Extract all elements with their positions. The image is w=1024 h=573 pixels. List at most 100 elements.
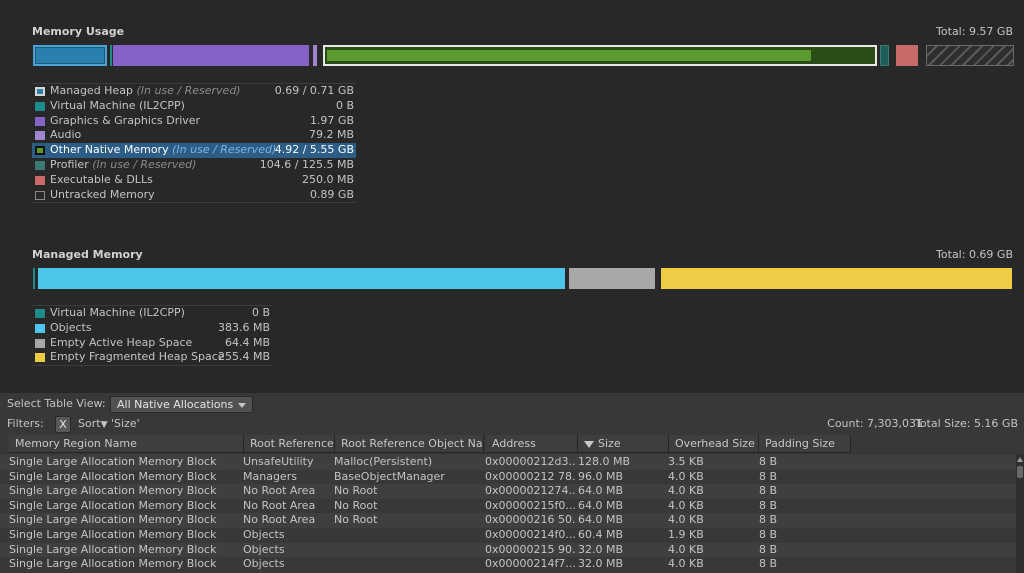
- table-row[interactable]: Single Large Allocation Memory Block Mana…: [0, 469, 1016, 485]
- managed-memory-legend: Virtual Machine (IL2CPP) 0 B Objects 383.6 …: [32, 305, 272, 367]
- table-cell: No Root Area: [243, 513, 316, 527]
- legend-label: Objects: [50, 321, 92, 336]
- table-cell: 1.9 KB: [668, 528, 704, 541]
- table-cell: 0x00000216 50...: [485, 513, 575, 527]
- column-header-padding-size[interactable]: Padding Size: [759, 435, 851, 453]
- legend-label-text: Empty Active Heap Space: [50, 335, 193, 349]
- column-header-root-reference-object-name[interactable]: Root Reference Object Name: [335, 435, 484, 453]
- bar-mm-objects[interactable]: [38, 268, 565, 289]
- table-cell: 8 B: [759, 557, 778, 571]
- legend-swatch: [35, 175, 45, 185]
- scrollbar-thumb[interactable]: [1017, 466, 1023, 478]
- legend-row[interactable]: Virtual Machine (IL2CPP) 0 B: [32, 99, 356, 114]
- table-cell: 0x00000212 78...: [485, 469, 575, 483]
- table-cell: Single Large Allocation Memory Block: [9, 513, 217, 527]
- legend-row[interactable]: Profiler (In use / Reserved) 104.6 / 125.…: [32, 158, 356, 173]
- column-header-size[interactable]: Size: [578, 435, 669, 453]
- table-row[interactable]: Single Large Allocation Memory Block No R…: [0, 498, 1016, 514]
- legend-label: Graphics & Graphics Driver: [50, 114, 200, 129]
- table-cell: No Root Area: [243, 484, 316, 498]
- table-row[interactable]: Single Large Allocation Memory Block Obje…: [0, 542, 1016, 558]
- legend-swatch: [35, 309, 45, 318]
- table-row[interactable]: Single Large Allocation Memory Block Obje…: [0, 557, 1016, 572]
- table-cell: 0x00000215f0...: [485, 498, 575, 512]
- legend-label-text: Virtual Machine (IL2CPP): [50, 98, 185, 112]
- bar-untracked-memory[interactable]: [926, 45, 1014, 66]
- table-cell: 4.0 KB: [668, 542, 704, 556]
- managed-memory-title: Managed Memory: [32, 248, 143, 261]
- legend-swatch: [35, 323, 45, 333]
- table-cell: 32.0 MB: [578, 542, 624, 556]
- table-cell: Single Large Allocation Memory Block: [9, 455, 217, 468]
- bar-graphics[interactable]: [113, 45, 309, 66]
- bar-mm-virtual-machine[interactable]: [33, 268, 35, 289]
- column-header-address[interactable]: Address: [486, 435, 578, 453]
- legend-row[interactable]: Empty Fragmented Heap Space 255.4 MB: [32, 350, 272, 365]
- bar-managed-heap[interactable]: [33, 45, 107, 66]
- legend-swatch: [35, 160, 45, 170]
- column-header-memory-region-name[interactable]: Memory Region Name: [9, 435, 244, 453]
- legend-swatch: [35, 353, 45, 363]
- table-cell: Single Large Allocation Memory Block: [9, 557, 217, 571]
- table-view-dropdown[interactable]: All Native Allocations: [110, 396, 254, 413]
- table-cell: 64.0 MB: [578, 513, 624, 527]
- legend-row[interactable]: Audio 79.2 MB: [32, 128, 356, 143]
- bar-profiler[interactable]: [880, 45, 889, 66]
- table-row[interactable]: Single Large Allocation Memory Block No R…: [0, 513, 1016, 528]
- bar-audio[interactable]: [313, 45, 317, 66]
- bar-executable-dlls[interactable]: [896, 45, 918, 66]
- legend-swatch: [35, 116, 45, 126]
- legend-swatch: [35, 101, 45, 111]
- table-row[interactable]: Single Large Allocation Memory Block No R…: [0, 484, 1016, 499]
- legend-value: 0 B: [251, 306, 270, 319]
- count-label: Count: 7,303,031: [827, 417, 923, 430]
- bar-virtual-machine[interactable]: [110, 45, 112, 66]
- table-cell: 32.0 MB: [578, 557, 624, 571]
- legend-row[interactable]: Empty Active Heap Space 64.4 MB: [32, 336, 272, 351]
- legend-row[interactable]: Other Native Memory (In use / Reserved) 4…: [32, 143, 356, 158]
- select-table-view-label: Select Table View:: [7, 397, 106, 410]
- legend-swatch: [35, 338, 45, 348]
- legend-label: Executable & DLLs: [50, 173, 153, 188]
- legend-label-text: Graphics & Graphics Driver: [50, 113, 201, 127]
- table-cell: 4.0 KB: [668, 484, 704, 498]
- table-row[interactable]: Single Large Allocation Memory Block Unsa…: [0, 455, 1016, 470]
- legend-row[interactable]: Executable & DLLs 250.0 MB: [32, 173, 356, 188]
- managed-memory-total: Total: 0.69 GB: [936, 248, 1013, 261]
- clear-filter-button[interactable]: X: [55, 416, 71, 433]
- column-header-root-reference[interactable]: Root Reference: [244, 435, 335, 453]
- legend-row[interactable]: Untracked Memory 0.89 GB: [32, 188, 356, 203]
- legend-row[interactable]: Graphics & Graphics Driver 1.97 GB: [32, 114, 356, 129]
- column-header-overhead-size[interactable]: Overhead Size: [669, 435, 759, 453]
- sort-filter[interactable]: Sort▼ 'Size': [78, 417, 140, 430]
- table-cell: 8 B: [759, 455, 778, 468]
- table-cell: 8 B: [759, 528, 778, 541]
- table-cell: 128.0 MB: [578, 455, 631, 468]
- table-scrollbar[interactable]: [1016, 454, 1024, 573]
- legend-value: 255.4 MB: [217, 350, 270, 364]
- legend-row[interactable]: Objects 383.6 MB: [32, 321, 272, 336]
- bar-other-native-memory[interactable]: [323, 45, 877, 66]
- legend-row[interactable]: Virtual Machine (IL2CPP) 0 B: [32, 306, 272, 321]
- legend-row[interactable]: Managed Heap (In use / Reserved) 0.69 / 0…: [32, 84, 356, 99]
- legend-value: 104.6 / 125.5 MB: [259, 157, 354, 171]
- table-cell: No Root: [334, 498, 378, 512]
- bar-mm-empty-fragmented[interactable]: [661, 268, 1012, 289]
- table-row[interactable]: Single Large Allocation Memory Block Obje…: [0, 528, 1016, 543]
- table-cell: 0x00000215 90...: [485, 542, 575, 556]
- legend-label: Empty Fragmented Heap Space: [50, 350, 225, 365]
- table-cell: No Root: [334, 484, 378, 498]
- scroll-up-arrow-icon[interactable]: [1017, 457, 1023, 462]
- sort-descending-icon: ▼: [100, 420, 108, 430]
- table-cell: 0x0000021274...: [485, 484, 575, 498]
- table-cell: Malloc(Persistent): [334, 455, 433, 468]
- bar-mm-empty-active[interactable]: [569, 268, 655, 289]
- legend-swatch: [35, 146, 45, 156]
- sort-descending-icon: [584, 440, 594, 448]
- legend-label: Managed Heap (In use / Reserved): [50, 84, 241, 99]
- table-cell: Single Large Allocation Memory Block: [9, 469, 217, 483]
- table-cell: Single Large Allocation Memory Block: [9, 528, 217, 541]
- legend-label-text: Executable & DLLs: [50, 172, 153, 186]
- chevron-down-icon: [238, 402, 247, 408]
- memory-usage-total: Total: 9.57 GB: [936, 25, 1013, 38]
